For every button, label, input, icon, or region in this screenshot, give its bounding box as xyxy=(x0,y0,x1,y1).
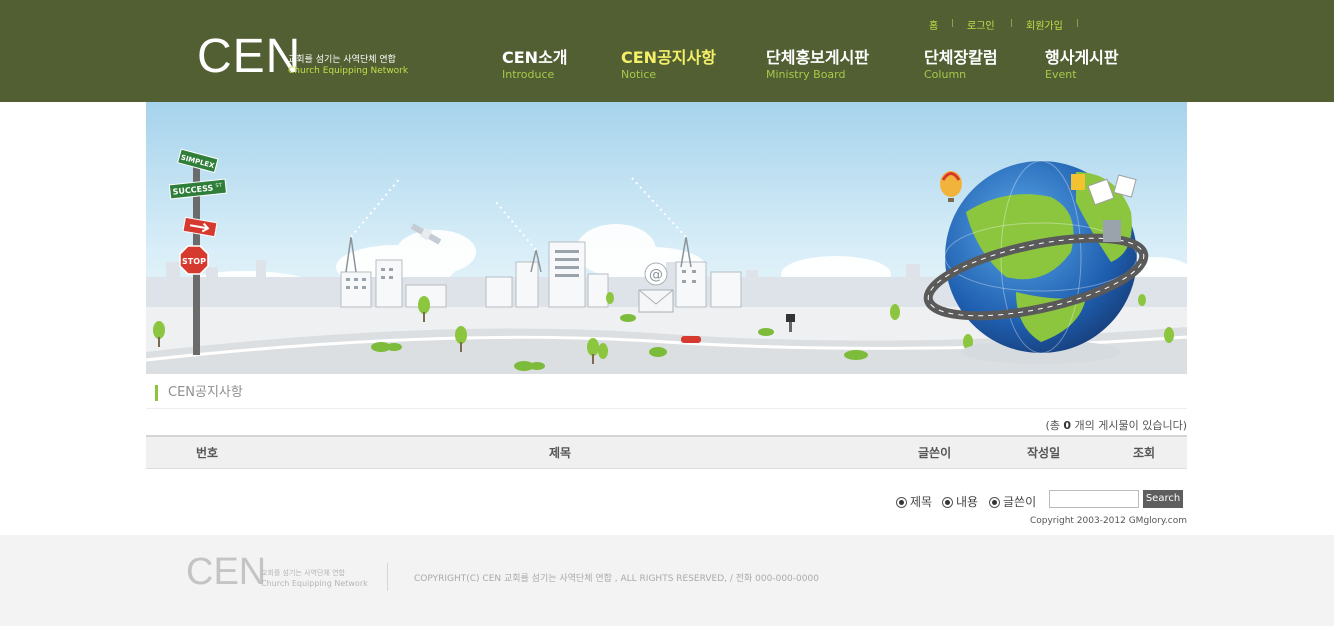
footer-tagline-en: Church Equipping Network xyxy=(261,579,368,588)
nav-label-en: Notice xyxy=(621,68,657,81)
util-link-home[interactable]: 홈 xyxy=(929,17,938,32)
site-header: CEN 교회를 섬기는 사역단체 연합 Church Equipping Net… xyxy=(0,0,1334,102)
hero-banner: @ SIMPLEX SUCCESS ST STOP xyxy=(146,102,1187,374)
search-option-author[interactable]: 글쓴이 xyxy=(989,493,1036,510)
nav-column[interactable]: 단체장칼럼 Column xyxy=(924,48,998,82)
nav-label-en: Ministry Board xyxy=(766,68,846,81)
footer-copyright: COPYRIGHT(C) CEN 교회를 섬기는 사역단체 연합 , ALL R… xyxy=(414,574,819,584)
search-form: 제목 내용 글쓴이 Search xyxy=(896,490,1187,510)
util-link-join[interactable]: 회원가입 xyxy=(1026,17,1063,32)
board-table-header: 번호 제목 글쓴이 작성일 조회 xyxy=(146,435,1187,469)
nav-label-kr: CEN소개 xyxy=(502,48,568,67)
util-divider xyxy=(1011,19,1012,27)
count-prefix: (총 xyxy=(1045,419,1060,432)
footer-logo-wordmark: CEN xyxy=(186,551,267,593)
radio-icon xyxy=(989,497,1000,508)
copyright-small: Copyright 2003-2012 GMglory.com xyxy=(1029,516,1187,526)
sign-stop-text: STOP xyxy=(182,257,206,266)
col-author: 글쓴이 xyxy=(918,446,952,460)
logo-wordmark: CEN xyxy=(197,30,302,83)
nav-label-en: Column xyxy=(924,68,967,81)
footer-tagline-kr: 교회를 섬기는 사역단체 연합 xyxy=(261,569,345,577)
logo-tagline-kr: 교회를 섬기는 사역단체 연합 xyxy=(288,55,396,65)
util-link-login[interactable]: 로그인 xyxy=(967,17,995,32)
count-suffix: 개의 게시물이 있습니다) xyxy=(1074,419,1187,432)
radio-label: 글쓴이 xyxy=(1003,495,1037,509)
nav-label-kr: CEN공지사항 xyxy=(621,48,716,67)
nav-label-kr: 행사게시판 xyxy=(1045,48,1119,67)
search-option-content[interactable]: 내용 xyxy=(942,493,978,510)
search-button[interactable]: Search xyxy=(1143,490,1183,508)
city-globe-illustration: @ SIMPLEX SUCCESS ST STOP xyxy=(146,102,1187,374)
nav-label-en: Introduce xyxy=(502,68,555,81)
radio-label: 내용 xyxy=(956,495,979,509)
col-number: 번호 xyxy=(196,446,219,460)
util-divider xyxy=(952,19,953,27)
util-divider xyxy=(1077,19,1078,27)
col-title: 제목 xyxy=(549,446,572,460)
page-title: CEN공지사항 xyxy=(155,385,243,401)
radio-icon xyxy=(896,497,907,508)
title-divider xyxy=(146,408,1187,409)
nav-label-en: Event xyxy=(1045,68,1077,81)
footer-divider xyxy=(387,563,388,591)
post-count: (총 0 개의 게시물이 있습니다) xyxy=(1045,417,1187,433)
nav-ministry-board[interactable]: 단체홍보게시판 Ministry Board xyxy=(766,48,869,82)
nav-introduce[interactable]: CEN소개 Introduce xyxy=(502,48,568,82)
nav-event[interactable]: 행사게시판 Event xyxy=(1045,48,1119,82)
col-views: 조회 xyxy=(1133,446,1156,460)
email-at-symbol: @ xyxy=(649,267,663,283)
count-value: 0 xyxy=(1063,419,1072,432)
nav-label-kr: 단체홍보게시판 xyxy=(766,48,870,67)
nav-notice[interactable]: CEN공지사항 Notice xyxy=(621,48,716,82)
radio-icon xyxy=(942,497,953,508)
col-date: 작성일 xyxy=(1027,446,1061,460)
search-input[interactable] xyxy=(1049,490,1139,508)
search-option-title[interactable]: 제목 xyxy=(896,493,932,510)
logo-tagline-en: Church Equipping Network xyxy=(288,66,409,76)
radio-label: 제목 xyxy=(910,495,933,509)
nav-label-kr: 단체장칼럼 xyxy=(924,48,998,67)
